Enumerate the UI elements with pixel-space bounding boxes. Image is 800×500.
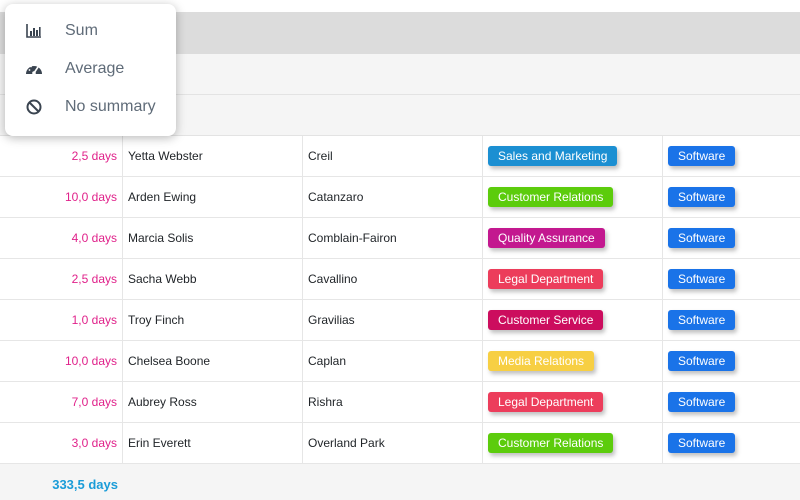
department-tag: Sales and Marketing bbox=[488, 146, 618, 166]
city-cell[interactable]: Catanzaro bbox=[303, 177, 483, 217]
duration-cell[interactable]: 4,0 days bbox=[0, 218, 123, 258]
name-cell[interactable]: Erin Everett bbox=[123, 423, 303, 463]
department-tag: Media Relations bbox=[488, 351, 595, 371]
name-cell[interactable]: Sacha Webb bbox=[123, 259, 303, 299]
duration-cell[interactable]: 10,0 days bbox=[0, 341, 123, 381]
category-tag: Software bbox=[668, 392, 736, 412]
category-tag: Software bbox=[668, 269, 736, 289]
name-cell[interactable]: Arden Ewing bbox=[123, 177, 303, 217]
city-cell[interactable]: Creil bbox=[303, 136, 483, 176]
menu-item-average[interactable]: Average bbox=[5, 50, 176, 88]
department-tag: Customer Relations bbox=[488, 433, 614, 453]
name-cell[interactable]: Aubrey Ross bbox=[123, 382, 303, 422]
data-grid: 2,5 days Yetta Webster Creil Sales and Mark… bbox=[0, 136, 800, 464]
table-row[interactable]: 10,0 days Arden Ewing Catanzaro Customer Re… bbox=[0, 177, 800, 218]
city-cell[interactable]: Overland Park bbox=[303, 423, 483, 463]
city-cell[interactable]: Gravilias bbox=[303, 300, 483, 340]
table-row[interactable]: 2,5 days Yetta Webster Creil Sales and Mark… bbox=[0, 136, 800, 177]
department-tag: Legal Department bbox=[488, 269, 604, 289]
department-tag: Quality Assurance bbox=[488, 228, 605, 248]
category-cell[interactable]: Software bbox=[663, 136, 800, 176]
city-cell[interactable]: Caplan bbox=[303, 341, 483, 381]
bar-chart-icon bbox=[25, 22, 43, 40]
department-cell[interactable]: Media Relations bbox=[483, 341, 663, 381]
duration-cell[interactable]: 7,0 days bbox=[0, 382, 123, 422]
summary-footer-row: 333,5 days bbox=[0, 464, 800, 500]
city-cell[interactable]: Rishra bbox=[303, 382, 483, 422]
city-cell[interactable]: Cavallino bbox=[303, 259, 483, 299]
summary-total[interactable]: 333,5 days bbox=[0, 464, 123, 500]
table-row[interactable]: 1,0 days Troy Finch Gravilias Customer Serv… bbox=[0, 300, 800, 341]
department-cell[interactable]: Legal Department bbox=[483, 382, 663, 422]
duration-cell[interactable]: 3,0 days bbox=[0, 423, 123, 463]
category-cell[interactable]: Software bbox=[663, 177, 800, 217]
department-cell[interactable]: Quality Assurance bbox=[483, 218, 663, 258]
table-row[interactable]: 2,5 days Sacha Webb Cavallino Legal Departm… bbox=[0, 259, 800, 300]
department-cell[interactable]: Customer Relations bbox=[483, 177, 663, 217]
category-cell[interactable]: Software bbox=[663, 382, 800, 422]
department-tag: Customer Service bbox=[488, 310, 604, 330]
category-tag: Software bbox=[668, 310, 736, 330]
name-cell[interactable]: Troy Finch bbox=[123, 300, 303, 340]
table-row[interactable]: 3,0 days Erin Everett Overland Park Custome… bbox=[0, 423, 800, 464]
department-tag: Legal Department bbox=[488, 392, 604, 412]
ban-icon bbox=[25, 98, 43, 116]
category-tag: Software bbox=[668, 187, 736, 207]
category-tag: Software bbox=[668, 433, 736, 453]
duration-cell[interactable]: 2,5 days bbox=[0, 136, 123, 176]
table-row[interactable]: 10,0 days Chelsea Boone Caplan Media Relati… bbox=[0, 341, 800, 382]
summary-menu: Sum Average No summary bbox=[5, 4, 176, 136]
department-cell[interactable]: Sales and Marketing bbox=[483, 136, 663, 176]
department-cell[interactable]: Customer Relations bbox=[483, 423, 663, 463]
gauge-icon bbox=[25, 60, 43, 78]
category-cell[interactable]: Software bbox=[663, 259, 800, 299]
duration-cell[interactable]: 10,0 days bbox=[0, 177, 123, 217]
table-row[interactable]: 7,0 days Aubrey Ross Rishra Legal Departmen… bbox=[0, 382, 800, 423]
menu-item-label: No summary bbox=[65, 98, 156, 115]
category-cell[interactable]: Software bbox=[663, 218, 800, 258]
category-tag: Software bbox=[668, 228, 736, 248]
department-tag: Customer Relations bbox=[488, 187, 614, 207]
name-cell[interactable]: Yetta Webster bbox=[123, 136, 303, 176]
menu-item-label: Average bbox=[65, 60, 125, 77]
menu-item-no-summary[interactable]: No summary bbox=[5, 88, 176, 126]
duration-cell[interactable]: 2,5 days bbox=[0, 259, 123, 299]
department-cell[interactable]: Legal Department bbox=[483, 259, 663, 299]
category-tag: Software bbox=[668, 351, 736, 371]
duration-cell[interactable]: 1,0 days bbox=[0, 300, 123, 340]
category-cell[interactable]: Software bbox=[663, 423, 800, 463]
menu-item-label: Sum bbox=[65, 22, 98, 39]
menu-item-sum[interactable]: Sum bbox=[5, 12, 176, 50]
name-cell[interactable]: Chelsea Boone bbox=[123, 341, 303, 381]
table-row[interactable]: 4,0 days Marcia Solis Comblain-Fairon Quali… bbox=[0, 218, 800, 259]
category-cell[interactable]: Software bbox=[663, 300, 800, 340]
category-cell[interactable]: Software bbox=[663, 341, 800, 381]
category-tag: Software bbox=[668, 146, 736, 166]
department-cell[interactable]: Customer Service bbox=[483, 300, 663, 340]
city-cell[interactable]: Comblain-Fairon bbox=[303, 218, 483, 258]
name-cell[interactable]: Marcia Solis bbox=[123, 218, 303, 258]
